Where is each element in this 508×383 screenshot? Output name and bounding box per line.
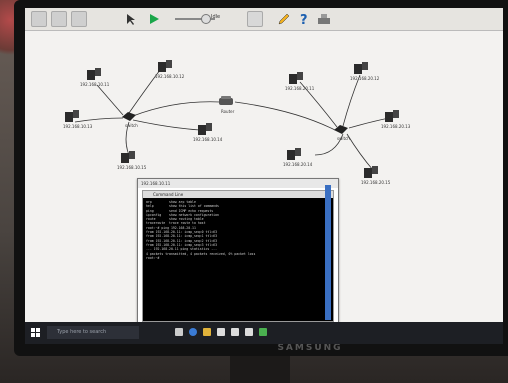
speed-slider-label: Idle [211, 14, 221, 20]
pc-label: 192.168.20.14 [283, 162, 313, 167]
terminal-line: root:~# [146, 255, 160, 260]
pc-icon[interactable] [385, 110, 399, 122]
play-simulation-icon[interactable] [147, 11, 161, 25]
pc-label: 192.168.10.14 [193, 137, 223, 142]
help-icon[interactable]: ? [297, 11, 311, 28]
network-settings-icon[interactable] [317, 11, 331, 25]
pc-icon[interactable] [289, 72, 303, 84]
pc-icon[interactable] [364, 166, 378, 178]
pc-label: 192.168.10.15 [117, 165, 147, 170]
pc-icon[interactable] [198, 123, 212, 135]
pc-label: 192.168.20.11 [285, 86, 315, 91]
task-view-icon[interactable] [175, 328, 183, 336]
simulator-app-icon[interactable] [259, 328, 267, 336]
save-file-icon[interactable] [71, 11, 87, 27]
edge-browser-icon[interactable] [189, 328, 197, 336]
terminal[interactable]: Command Line arp show arp table help show… [142, 190, 334, 322]
monitor-brand: SAMSUNG [277, 343, 343, 353]
pc-icon[interactable] [65, 110, 79, 122]
router-icon[interactable] [218, 96, 234, 107]
pc-icon[interactable] [287, 148, 301, 160]
left-switch-icon[interactable] [122, 112, 136, 122]
store-icon[interactable] [217, 328, 225, 336]
command-window-title: 192.168.10.11 [138, 179, 338, 188]
pc-label: 192.168.20.15 [361, 180, 391, 185]
terminal-title: Command Line [143, 191, 333, 198]
pc-label: 192.168.10.11 [80, 82, 110, 87]
command-window[interactable]: 192.168.10.11 Command Line arp show arp … [137, 178, 339, 325]
right-switch-label: switch [337, 136, 350, 141]
pc-label: 192.168.20.13 [381, 124, 411, 129]
pc-icon[interactable] [158, 60, 172, 72]
pc-label: 192.168.10.13 [63, 124, 93, 129]
desktop-window-edge [325, 185, 331, 320]
taskbar: Type here to search [25, 322, 503, 344]
open-file-icon[interactable] [51, 11, 67, 27]
router-label: Router [221, 109, 235, 114]
monitor-stand [230, 356, 290, 383]
edit-pencil-icon[interactable] [277, 11, 291, 25]
taskbar-search-placeholder: Type here to search [57, 329, 107, 335]
svg-text:?: ? [300, 13, 308, 26]
pc-label: 192.168.20.12 [350, 76, 380, 81]
grid-tool-icon[interactable] [247, 11, 263, 27]
simulator-toolbar: Idle ? [25, 8, 503, 31]
file-explorer-icon[interactable] [203, 328, 211, 336]
windows-start-icon[interactable] [31, 328, 40, 337]
pointer-tool-icon[interactable] [123, 11, 137, 25]
terminal-output: arp show arp table help show this list of… [146, 200, 330, 260]
pc-label: 192.168.10.12 [155, 74, 185, 79]
new-file-icon[interactable] [31, 11, 47, 27]
mail-icon[interactable] [231, 328, 239, 336]
app-icon[interactable] [245, 328, 253, 336]
pc-icon[interactable] [121, 151, 135, 163]
monitor-screen: Idle ? switch Router switch 192.168.10.1… [25, 8, 503, 344]
pc-icon[interactable] [354, 62, 368, 74]
pc-icon[interactable] [87, 68, 101, 80]
taskbar-search-box[interactable]: Type here to search [47, 326, 139, 339]
right-switch-icon[interactable] [334, 125, 348, 135]
speed-slider-knob[interactable] [201, 14, 211, 24]
left-switch-label: switch [125, 123, 138, 128]
